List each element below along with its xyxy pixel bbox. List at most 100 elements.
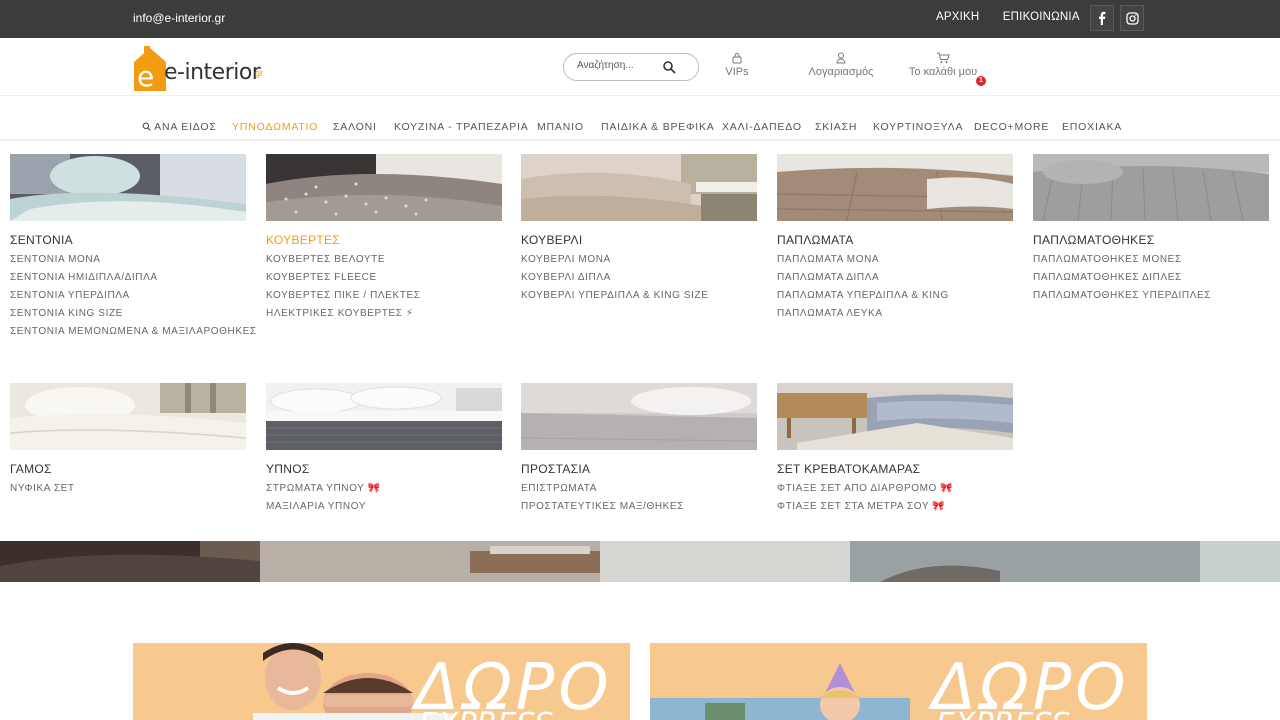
promo-couple-image bbox=[253, 643, 453, 720]
logo-suffix: gr bbox=[255, 68, 264, 78]
subcategory-link[interactable]: ΜΑΞΙΛΑΡΙΑ ΥΠΝΟΥ bbox=[266, 501, 502, 512]
user-icon bbox=[836, 52, 846, 64]
subcategory-link[interactable]: ΠΑΠΛΩΜΑΤΑ ΔΙΠΛΑ bbox=[777, 272, 1013, 283]
nav-item-by-type[interactable]: ΑΝΑ ΕΙΔΟΣ bbox=[142, 121, 217, 133]
subcategory-link[interactable]: ΠΑΠΛΩΜΑΤΟΘΗΚΕΣ ΔΙΠΛΕΣ bbox=[1033, 272, 1269, 283]
subcategory-link[interactable]: ΚΟΥΒΕΡΛΙ ΔΙΠΛΑ bbox=[521, 272, 757, 283]
lock-icon bbox=[732, 53, 742, 64]
menu-column-bedroom-sets: ΣΕΤ ΚΡΕΒΑΤΟΚΑΜΑΡΑΣ ΦΤΙΑΞΕ ΣΕΤ ΑΠΟ ΔΙΑΡΘΡ… bbox=[777, 383, 1013, 512]
subcategory-link[interactable]: ΗΛΕΚΤΡΙΚΕΣ ΚΟΥΒΕΡΤΕΣ ⚡ bbox=[266, 308, 502, 319]
promo-banner-gift[interactable]: ΔΩΡΟ EXPRESS bbox=[133, 643, 630, 720]
site-logo[interactable]: e e-interior gr bbox=[134, 44, 274, 92]
subcategory-link[interactable]: ΣΤΡΩΜΑΤΑ ΥΠΝΟΥ 🎀 bbox=[266, 483, 502, 494]
subcategory-link[interactable]: ΚΟΥΒΕΡΤΕΣ FLEECE bbox=[266, 272, 502, 283]
promo-kids-image bbox=[650, 663, 910, 720]
cart-icon bbox=[937, 52, 950, 63]
subcategory-link[interactable]: ΠΑΠΛΩΜΑΤΟΘΗΚΕΣ ΜΟΝΕΣ bbox=[1033, 254, 1269, 265]
nav-item-bedroom[interactable]: ΥΠΝΟΔΩΜΑΤΙΟ bbox=[232, 121, 318, 133]
nav-item-kids[interactable]: ΠΑΙΔΙΚΑ & ΒΡΕΦΙΚΑ bbox=[601, 121, 715, 133]
subcategory-link[interactable]: ΣΕΝΤΟΝΙΑ ΗΜΙΔΙΠΛΑ/ΔΙΠΛΑ bbox=[10, 272, 246, 283]
cart-link[interactable]: Το καλάθι μου bbox=[902, 52, 984, 78]
category-image[interactable] bbox=[266, 383, 502, 450]
category-image[interactable] bbox=[266, 154, 502, 221]
nav-item-label: ΑΝΑ ΕΙΔΟΣ bbox=[154, 121, 217, 133]
nav-item-kitchen[interactable]: ΚΟΥΖΙΝΑ - ΤΡΑΠΕΖΑΡΙΑ bbox=[394, 121, 529, 133]
subcategory-link[interactable]: ΚΟΥΒΕΡΤΕΣ ΒΕΛΟΥΤΕ bbox=[266, 254, 502, 265]
top-link-contact[interactable]: ΕΠΙΚΟΙΝΩΝΙΑ bbox=[1003, 11, 1080, 23]
subcategory-link[interactable]: ΝΥΦΙΚΑ ΣΕΤ bbox=[10, 483, 246, 494]
subcategory-link[interactable]: ΠΡΟΣΤΑΤΕΥΤΙΚΕΣ ΜΑΞ/ΘΗΚΕΣ bbox=[521, 501, 757, 512]
top-link-home[interactable]: ΑΡΧΙΚΗ bbox=[936, 11, 979, 23]
search-input[interactable] bbox=[577, 60, 657, 71]
subcategory-link[interactable]: ΣΕΝΤΟΝΙΑ ΥΠΕΡΔΙΠΛΑ bbox=[10, 290, 246, 301]
category-title[interactable]: ΚΟΥΒΕΡΛΙ bbox=[521, 233, 757, 247]
nav-item-living-room[interactable]: ΣΑΛΟΝΙ bbox=[333, 121, 377, 133]
vips-link[interactable]: VIPs bbox=[721, 52, 753, 78]
nav-item-seasonal[interactable]: ΕΠΟΧΙΑΚΑ bbox=[1062, 121, 1122, 133]
logo-text: e-interior bbox=[164, 60, 261, 85]
vips-label: VIPs bbox=[725, 66, 749, 78]
subcategory-link[interactable]: ΕΠΙΣΤΡΩΜΑΤΑ bbox=[521, 483, 757, 494]
account-link[interactable]: Λογαριασμός bbox=[800, 52, 882, 78]
category-title[interactable]: ΠΑΠΛΩΜΑΤΟΘΗΚΕΣ bbox=[1033, 233, 1269, 247]
subcategory-link[interactable]: ΚΟΥΒΕΡΛΙ ΥΠΕΡΔΙΠΛΑ & KING SIZE bbox=[521, 290, 757, 301]
subcategory-link[interactable]: ΦΤΙΑΞΕ ΣΕΤ ΑΠΟ ΔΙΑΡΘΡΟΜΟ 🎀 bbox=[777, 483, 1013, 494]
menu-column-protection: ΠΡΟΣΤΑΣΙΑ ΕΠΙΣΤΡΩΜΑΤΑ ΠΡΟΣΤΑΤΕΥΤΙΚΕΣ ΜΑΞ… bbox=[521, 383, 757, 512]
subcategory-link[interactable]: ΠΑΠΛΩΜΑΤΟΘΗΚΕΣ ΥΠΕΡΔΙΠΛΕΣ bbox=[1033, 290, 1269, 301]
nav-item-deco[interactable]: DECO+MORE bbox=[974, 121, 1049, 133]
promo-subtitle: EXPRESS bbox=[936, 707, 1070, 720]
account-label: Λογαριασμός bbox=[808, 66, 874, 78]
mega-menu: ΣΕΝΤΟΝΙΑ ΣΕΝΤΟΝΙΑ ΜΟΝΑ ΣΕΝΤΟΝΙΑ ΗΜΙΔΙΠΛΑ… bbox=[0, 141, 1280, 541]
menu-column-bedspreads: ΚΟΥΒΕΡΛΙ ΚΟΥΒΕΡΛΙ ΜΟΝΑ ΚΟΥΒΕΡΛΙ ΔΙΠΛΑ ΚΟ… bbox=[521, 154, 757, 301]
cart-count-badge: 1 bbox=[976, 76, 986, 86]
category-image[interactable] bbox=[10, 383, 246, 450]
top-nav: ΑΡΧΙΚΗ ΕΠΙΚΟΙΝΩΝΙΑ bbox=[936, 11, 1100, 23]
subcategory-link[interactable]: ΚΟΥΒΕΡΛΙ ΜΟΝΑ bbox=[521, 254, 757, 265]
category-title[interactable]: ΠΡΟΣΤΑΣΙΑ bbox=[521, 462, 757, 476]
search-box[interactable] bbox=[563, 53, 699, 81]
subcategory-link[interactable]: ΠΑΠΛΩΜΑΤΑ ΥΠΕΡΔΙΠΛΑ & KING bbox=[777, 290, 1013, 301]
facebook-icon[interactable] bbox=[1090, 5, 1114, 31]
subcategory-link[interactable]: ΣΕΝΤΟΝΙΑ ΜΕΜΟΝΩΜΕΝΑ & ΜΑΞΙΛΑΡΟΘΗΚΕΣ bbox=[10, 326, 256, 337]
subcategory-link[interactable]: ΦΤΙΑΞΕ ΣΕΤ ΣΤΑ ΜΕΤΡΑ ΣΟΥ 🎀 bbox=[777, 501, 1013, 512]
instagram-icon[interactable] bbox=[1120, 5, 1144, 31]
category-image[interactable] bbox=[777, 154, 1013, 221]
menu-column-duvets: ΠΑΠΛΩΜΑΤΑ ΠΑΠΛΩΜΑΤΑ ΜΟΝΑ ΠΑΠΛΩΜΑΤΑ ΔΙΠΛΑ… bbox=[777, 154, 1013, 319]
menu-column-sheets: ΣΕΝΤΟΝΙΑ ΣΕΝΤΟΝΙΑ ΜΟΝΑ ΣΕΝΤΟΝΙΑ ΗΜΙΔΙΠΛΑ… bbox=[10, 154, 256, 337]
subcategory-link[interactable]: ΣΕΝΤΟΝΙΑ ΜΟΝΑ bbox=[10, 254, 246, 265]
menu-column-blankets: ΚΟΥΒΕΡΤΕΣ ΚΟΥΒΕΡΤΕΣ ΒΕΛΟΥΤΕ ΚΟΥΒΕΡΤΕΣ FL… bbox=[266, 154, 502, 319]
subcategory-link[interactable]: ΠΑΠΛΩΜΑΤΑ ΛΕΥΚΑ bbox=[777, 308, 1013, 319]
search-icon bbox=[142, 122, 151, 131]
category-title[interactable]: ΣΕΤ ΚΡΕΒΑΤΟΚΑΜΑΡΑΣ bbox=[777, 462, 1013, 476]
promo-banner-party[interactable]: ΔΩΡΟ EXPRESS bbox=[650, 643, 1147, 720]
main-nav: ΑΝΑ ΕΙΔΟΣ ΥΠΝΟΔΩΜΑΤΙΟ ΣΑΛΟΝΙ ΚΟΥΖΙΝΑ - Τ… bbox=[0, 116, 1280, 140]
category-title[interactable]: ΥΠΝΟΣ bbox=[266, 462, 502, 476]
category-image[interactable] bbox=[10, 154, 246, 221]
menu-column-sleep: ΥΠΝΟΣ ΣΤΡΩΜΑΤΑ ΥΠΝΟΥ 🎀 ΜΑΞΙΛΑΡΙΑ ΥΠΝΟΥ bbox=[266, 383, 502, 512]
subcategory-link[interactable]: ΠΑΠΛΩΜΑΤΑ ΜΟΝΑ bbox=[777, 254, 1013, 265]
subcategory-link[interactable]: ΣΕΝΤΟΝΙΑ KING SIZE bbox=[10, 308, 246, 319]
category-image[interactable] bbox=[777, 383, 1013, 450]
nav-item-shading[interactable]: ΣΚΙΑΣΗ bbox=[815, 121, 857, 133]
contact-email[interactable]: info@e-interior.gr bbox=[133, 11, 225, 25]
hero-banner[interactable] bbox=[0, 541, 1280, 582]
subcategory-link[interactable]: ΚΟΥΒΕΡΤΕΣ ΠΙΚΕ / ΠΛΕΚΤΕΣ bbox=[266, 290, 502, 301]
search-icon[interactable] bbox=[662, 60, 676, 74]
top-bar: info@e-interior.gr ΑΡΧΙΚΗ ΕΠΙΚΟΙΝΩΝΙΑ bbox=[0, 0, 1280, 38]
menu-column-wedding: ΓΑΜΟΣ ΝΥΦΙΚΑ ΣΕΤ bbox=[10, 383, 246, 494]
category-image[interactable] bbox=[521, 154, 757, 221]
category-title[interactable]: ΣΕΝΤΟΝΙΑ bbox=[10, 233, 246, 247]
menu-column-duvet-covers: ΠΑΠΛΩΜΑΤΟΘΗΚΕΣ ΠΑΠΛΩΜΑΤΟΘΗΚΕΣ ΜΟΝΕΣ ΠΑΠΛ… bbox=[1033, 154, 1269, 301]
nav-item-bathroom[interactable]: ΜΠΑΝΙΟ bbox=[537, 121, 584, 133]
house-logo-icon: e bbox=[134, 46, 166, 91]
category-image[interactable] bbox=[1033, 154, 1269, 221]
nav-item-rugs[interactable]: ΧΑΛΙ-ΔΑΠΕΔΟ bbox=[722, 121, 802, 133]
category-title[interactable]: ΠΑΠΛΩΜΑΤΑ bbox=[777, 233, 1013, 247]
category-title[interactable]: ΓΑΜΟΣ bbox=[10, 462, 246, 476]
category-image[interactable] bbox=[521, 383, 757, 450]
svg-text:e: e bbox=[137, 60, 154, 91]
cart-label: Το καλάθι μου bbox=[908, 66, 978, 78]
nav-item-curtain-rods[interactable]: ΚΟΥΡΤΙΝΟΞΥΛΑ bbox=[873, 121, 963, 133]
promo-subtitle: EXPRESS bbox=[419, 707, 553, 720]
category-title[interactable]: ΚΟΥΒΕΡΤΕΣ bbox=[266, 233, 502, 247]
